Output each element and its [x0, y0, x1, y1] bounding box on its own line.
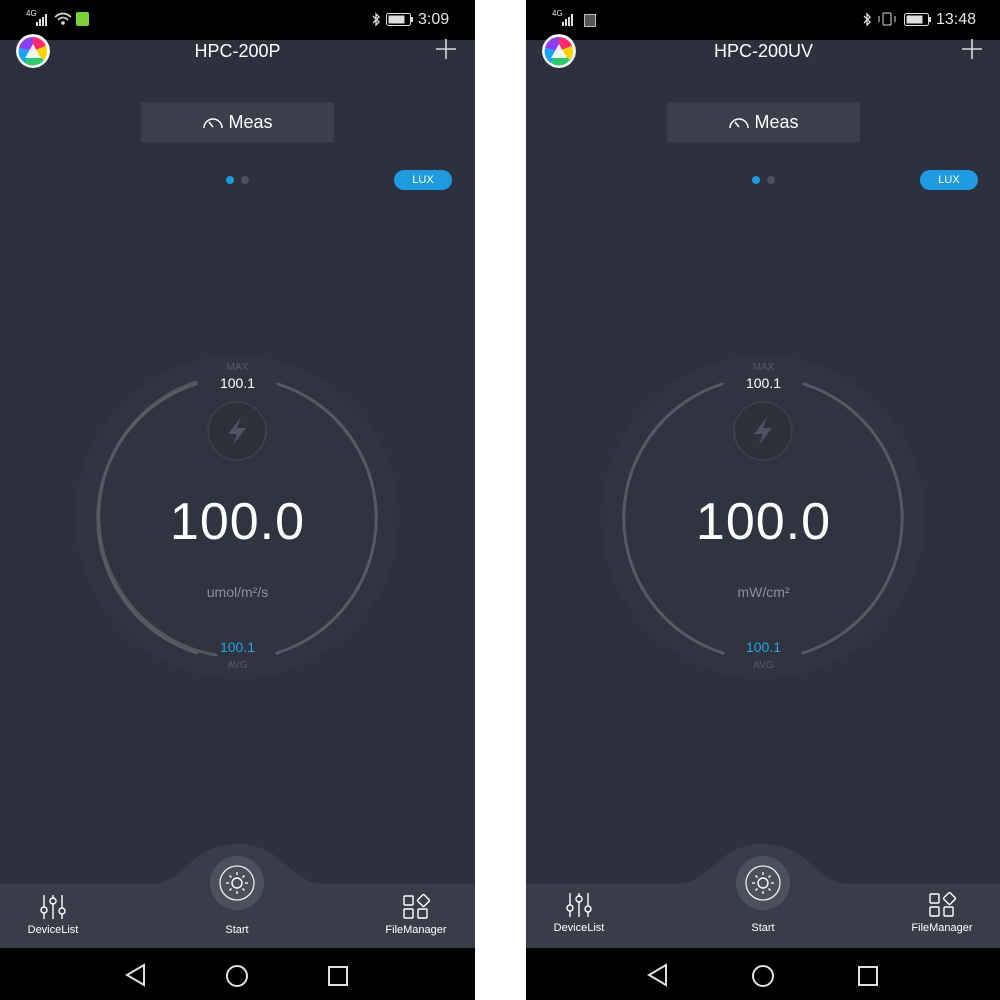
tab-meas-label: Meas — [754, 111, 799, 132]
measurement-value: 100.0 — [695, 493, 832, 551]
sun-icon — [745, 865, 781, 901]
home-button[interactable] — [207, 948, 267, 1000]
grid-icon — [929, 891, 957, 917]
nav-filemanager[interactable]: FileManager — [380, 893, 452, 936]
phone-screen-right: 4G 13:48 HPC-200UV Meas LUX MAX 100.1 10… — [526, 0, 1000, 1000]
recents-button[interactable] — [308, 948, 368, 1000]
gauge-icon — [203, 118, 224, 129]
back-icon — [125, 963, 145, 987]
back-button[interactable] — [628, 948, 688, 1000]
nav-start-label[interactable]: Start — [733, 922, 793, 934]
page-title: HPC-200UV — [713, 41, 814, 61]
recents-icon — [858, 966, 878, 986]
battery-icon — [904, 13, 931, 26]
nav-filemanager-label: FileManager — [911, 922, 973, 934]
home-icon — [752, 965, 774, 987]
plus-icon — [436, 39, 456, 59]
nav-filemanager-label: FileManager — [385, 924, 447, 936]
measurement-unit: umol/m²/s — [206, 584, 269, 600]
nav-devicelist[interactable]: DeviceList — [20, 893, 86, 936]
tab-meas-label: Meas — [228, 111, 273, 132]
max-value: 100.1 — [745, 375, 782, 391]
measurement-value: 100.0 — [169, 493, 306, 551]
image-notification-icon — [584, 14, 596, 27]
signal-icon — [562, 14, 573, 26]
battery-icon — [386, 13, 413, 26]
vibrate-icon — [878, 12, 896, 26]
clock: 3:09 — [418, 11, 450, 28]
gauge-icon — [729, 118, 750, 129]
tab-meas[interactable]: Meas — [141, 102, 334, 142]
measurement-unit: mW/cm² — [737, 584, 790, 600]
nav-devicelist[interactable]: DeviceList — [546, 891, 612, 934]
home-button[interactable] — [733, 948, 793, 1000]
tab-meas[interactable]: Meas — [667, 102, 860, 142]
wifi-icon — [54, 12, 72, 25]
start-button[interactable] — [736, 856, 790, 910]
start-button[interactable] — [210, 856, 264, 910]
page-dot — [767, 176, 775, 184]
page-dot — [241, 176, 249, 184]
status-bar: 4G 13:48 — [526, 0, 1000, 40]
add-device-button[interactable] — [435, 38, 457, 64]
max-value: 100.1 — [219, 375, 256, 391]
bluetooth-icon — [863, 12, 871, 27]
back-icon — [647, 963, 667, 987]
sliders-icon — [566, 893, 592, 917]
avg-label: AVG — [227, 660, 248, 671]
grid-icon — [403, 893, 431, 919]
home-icon — [226, 965, 248, 987]
app-bar: HPC-200P — [0, 34, 475, 96]
recents-icon — [328, 966, 348, 986]
page-dot-active — [226, 176, 234, 184]
clock: 13:48 — [936, 11, 977, 28]
avg-value: 100.1 — [219, 639, 256, 655]
lux-button[interactable]: LUX — [394, 170, 452, 190]
sun-icon — [219, 865, 255, 901]
avg-label: AVG — [753, 660, 774, 671]
add-device-button[interactable] — [961, 38, 983, 64]
nav-devicelist-label: DeviceList — [27, 924, 79, 936]
app-notification-icon — [76, 12, 89, 26]
system-nav-bar — [526, 948, 1000, 1000]
max-label: MAX — [752, 362, 775, 373]
bluetooth-icon — [372, 12, 380, 27]
signal-icon — [36, 14, 47, 26]
phone-screen-left: 4G 3:09 HPC-200P Meas LUX MAX 100.1 100.… — [0, 0, 475, 1000]
sliders-icon — [40, 895, 66, 919]
plus-icon — [962, 39, 982, 59]
page-dot-active — [752, 176, 760, 184]
recents-button[interactable] — [838, 948, 898, 1000]
back-button[interactable] — [106, 948, 166, 1000]
nav-filemanager[interactable]: FileManager — [906, 891, 978, 934]
lux-button[interactable]: LUX — [920, 170, 978, 190]
status-bar: 4G 3:09 — [0, 0, 475, 40]
page-title: HPC-200P — [194, 41, 281, 61]
nav-devicelist-label: DeviceList — [553, 922, 605, 934]
avg-value: 100.1 — [745, 639, 782, 655]
max-label: MAX — [226, 362, 249, 373]
app-bar: HPC-200UV — [526, 34, 1000, 96]
nav-start-label[interactable]: Start — [207, 924, 267, 936]
system-nav-bar — [0, 948, 475, 1000]
